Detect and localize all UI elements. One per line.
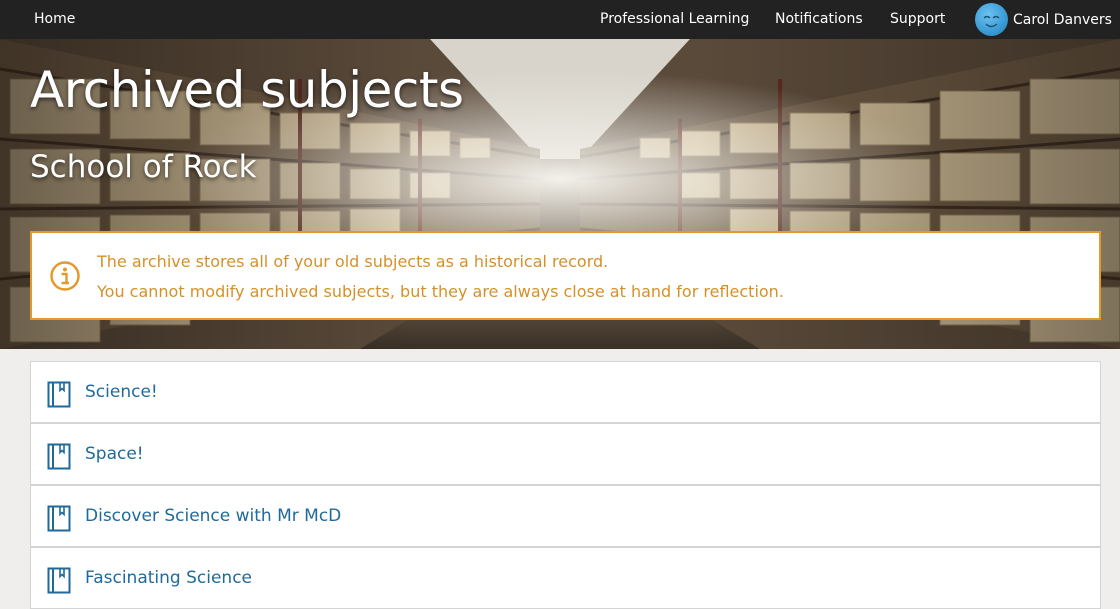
notice-line-2: You cannot modify archived subjects, but… [97, 282, 784, 301]
subject-label[interactable]: Fascinating Science [85, 568, 252, 588]
subject-item-discover-science[interactable]: Discover Science with Mr McD [30, 485, 1101, 547]
subject-label[interactable]: Space! [85, 444, 144, 464]
user-name: Carol Danvers [1013, 11, 1112, 28]
user-menu[interactable]: Carol Danvers [975, 3, 1112, 36]
info-icon [50, 261, 80, 291]
book-icon [47, 381, 71, 408]
notice-line-1: The archive stores all of your old subje… [97, 252, 609, 271]
hero-banner: Archived subjects School of Rock The arc… [0, 39, 1120, 349]
subject-label[interactable]: Science! [85, 382, 158, 402]
archived-subject-list: Science! Space! Discover Science with Mr… [30, 361, 1101, 609]
subject-item-science[interactable]: Science! [30, 361, 1101, 423]
book-icon [47, 443, 71, 470]
book-icon [47, 567, 71, 594]
archive-notice: The archive stores all of your old subje… [30, 231, 1101, 320]
nav-professional-learning-link[interactable]: Professional Learning [600, 0, 749, 39]
nav-home-link[interactable]: Home [34, 0, 75, 39]
page-title: Archived subjects [30, 61, 464, 119]
subject-item-fascinating-science[interactable]: Fascinating Science [30, 547, 1101, 609]
nav-notifications-link[interactable]: Notifications [775, 0, 863, 39]
book-icon [47, 505, 71, 532]
nav-support-link[interactable]: Support [890, 0, 945, 39]
top-navigation-bar: Home Professional Learning Notifications… [0, 0, 1120, 39]
school-name: School of Rock [30, 149, 257, 185]
subject-label[interactable]: Discover Science with Mr McD [85, 506, 341, 526]
subject-item-space[interactable]: Space! [30, 423, 1101, 485]
avatar [975, 3, 1008, 36]
